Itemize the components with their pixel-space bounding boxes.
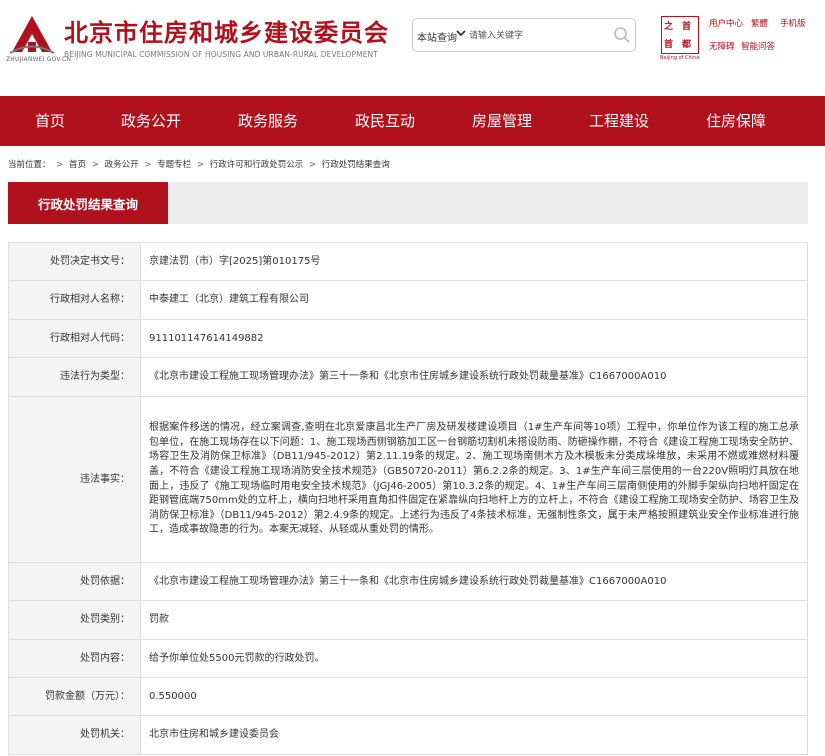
breadcrumb-separator: >: [91, 160, 99, 170]
breadcrumb-item[interactable]: 政务公开: [105, 158, 139, 170]
breadcrumb-separator: >: [308, 160, 317, 170]
site-title[interactable]: 北京市住房和城乡建设委员会: [64, 13, 389, 48]
row-value: 911101147614149882: [140, 319, 808, 358]
table-row: 罚款金额（万元）： 0.550000: [8, 677, 808, 716]
nav-item-government-affairs[interactable]: 政务公开: [121, 110, 181, 131]
breadcrumb-prefix: 当前位置：: [8, 160, 51, 170]
row-value: 根据案件移送的情况，经立案调查,查明在北京爱康昌北生产厂房及研发楼建设项目（1#…: [140, 396, 808, 563]
row-label: 处罚决定书文号：: [8, 242, 141, 281]
table-row: 违法事实： 根据案件移送的情况，经立案调查,查明在北京爱康昌北生产厂房及研发楼建…: [8, 396, 808, 563]
row-value: 罚款: [140, 600, 808, 640]
row-value: 中泰建工（北京）建筑工程有限公司: [140, 280, 808, 320]
search-scope-select[interactable]: 本站查询: [417, 29, 457, 44]
smart-qa-link[interactable]: 智能问答: [741, 40, 775, 52]
breadcrumb-item[interactable]: 行政许可和行政处罚公示: [210, 158, 304, 170]
section-header: 行政处罚结果查询: [8, 182, 808, 224]
section-tab: 行政处罚结果查询: [8, 182, 168, 224]
row-value: 《北京市建设工程施工现场管理办法》第三十一条和《北京市住房城乡建设系统行政处罚裁…: [140, 562, 808, 601]
row-label: 行政相对人名称：: [8, 280, 141, 320]
row-value: 给予你单位处5500元罚款的行政处罚。: [140, 639, 808, 678]
breadcrumb-item[interactable]: 首页: [69, 158, 86, 170]
table-row: 处罚依据： 《北京市建设工程施工现场管理办法》第三十一条和《北京市住房城乡建设系…: [8, 562, 808, 601]
breadcrumb-separator: >: [196, 160, 204, 170]
section-title: 行政处罚结果查询: [37, 197, 138, 212]
nav-item-housing-security[interactable]: 住房保障: [706, 110, 766, 131]
logo-domain: ZHUJIANWEI.GOV.CN: [6, 56, 72, 63]
search-icon[interactable]: [613, 26, 631, 44]
accessibility-link[interactable]: 无障碍: [709, 40, 735, 52]
user-center-link[interactable]: 用户中心: [709, 17, 743, 29]
chevron-down-icon[interactable]: [455, 27, 467, 39]
breadcrumb-separator: >: [144, 160, 152, 170]
row-value: 京建法罚（市）字[2025]第010175号: [140, 242, 808, 281]
main-nav: 首页 政务公开 政务服务 政民互动 房屋管理 工程建设 住房保障: [0, 96, 825, 146]
row-label: 处罚类别：: [8, 600, 141, 640]
row-label: 处罚依据：: [8, 562, 141, 601]
breadcrumb-item[interactable]: 专题专栏: [157, 158, 191, 170]
nav-item-engineering-construction[interactable]: 工程建设: [589, 110, 649, 131]
row-label: 处罚机关：: [8, 715, 141, 755]
capital-logo-char: 首: [664, 40, 674, 50]
capital-logo-char: 首: [682, 22, 692, 32]
penalty-detail-table: 处罚决定书文号： 京建法罚（市）字[2025]第010175号 行政相对人名称：…: [8, 242, 808, 755]
breadcrumb: 当前位置： > 首页 > 政务公开 > 专题专栏 > 行政许可和行政处罚公示 >…: [8, 158, 390, 170]
row-label: 行政相对人代码：: [8, 319, 141, 358]
row-value: 0.550000: [140, 677, 808, 716]
breadcrumb-item[interactable]: 行政处罚结果查询: [322, 158, 390, 170]
row-label: 违法事实：: [8, 396, 141, 563]
table-row: 违法行为类型： 《北京市建设工程施工现场管理办法》第三十一条和《北京市住房城乡建…: [8, 357, 808, 397]
table-row: 处罚内容： 给予你单位处5500元罚款的行政处罚。: [8, 639, 808, 678]
nav-item-public-interaction[interactable]: 政民互动: [355, 110, 415, 131]
nav-item-home[interactable]: 首页: [35, 110, 65, 131]
nav-item-housing-management[interactable]: 房屋管理: [472, 110, 532, 131]
mobile-version-link[interactable]: 手机版: [780, 17, 806, 29]
table-row: 行政相对人名称： 中泰建工（北京）建筑工程有限公司: [8, 280, 808, 320]
table-row: 处罚机关： 北京市住房和城乡建设委员会: [8, 715, 808, 755]
row-value: 《北京市建设工程施工现场管理办法》第三十一条和《北京市住房城乡建设系统行政处罚裁…: [140, 357, 808, 397]
row-label: 违法行为类型：: [8, 357, 141, 397]
traditional-chinese-link[interactable]: 繁體: [751, 17, 768, 29]
table-row: 处罚类别： 罚款: [8, 600, 808, 640]
row-label: 罚款金额（万元）：: [8, 677, 141, 716]
table-row: 处罚决定书文号： 京建法罚（市）字[2025]第010175号: [8, 242, 808, 281]
search-box: 本站查询: [412, 18, 636, 52]
capital-logo-en: Beijing of China: [660, 55, 700, 61]
row-value: 北京市住房和城乡建设委员会: [140, 715, 808, 755]
nav-item-government-services[interactable]: 政务服务: [238, 110, 298, 131]
table-row: 行政相对人代码： 911101147614149882: [8, 319, 808, 358]
row-label: 处罚内容：: [8, 639, 141, 678]
search-input[interactable]: [469, 27, 609, 45]
site-header: ZHUJIANWEI.GOV.CN 北京市住房和城乡建设委员会 BEIJING …: [0, 0, 825, 96]
capital-logo[interactable]: 之 首 首 都: [661, 16, 699, 54]
commission-logo-icon[interactable]: [8, 12, 56, 56]
site-subtitle: BEIJING MUNICIPAL COMMISSION OF HOUSING …: [64, 50, 378, 59]
capital-logo-char: 之: [664, 22, 674, 32]
capital-logo-char: 都: [682, 40, 692, 50]
breadcrumb-separator: >: [56, 160, 64, 170]
